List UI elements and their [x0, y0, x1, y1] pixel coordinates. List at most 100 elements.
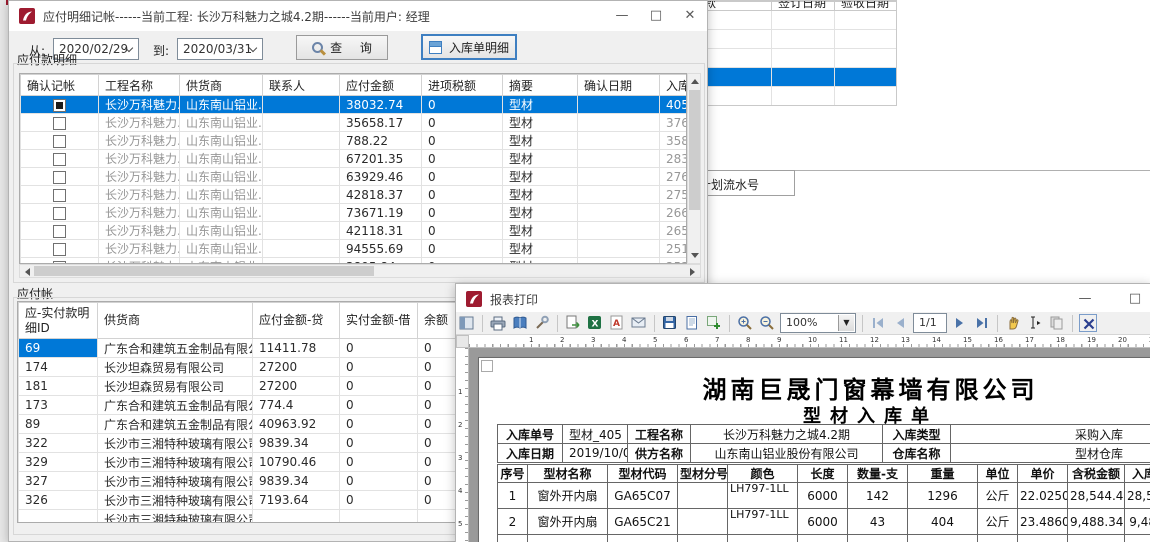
table-cell[interactable]: 89	[19, 415, 98, 434]
table-cell[interactable]	[21, 114, 99, 132]
page-setup-icon[interactable]	[511, 314, 529, 332]
table-cell[interactable]: 长沙市三湘特种玻璃有限公司	[98, 434, 253, 453]
page-layout-icon[interactable]	[683, 314, 701, 332]
table-cell[interactable]	[798, 535, 848, 542]
table-cell[interactable]: 长沙万科魅力...	[99, 114, 180, 132]
table-cell[interactable]	[21, 222, 99, 240]
table-cell[interactable]: 窗外开内扇	[528, 509, 608, 535]
append-page-icon[interactable]	[705, 314, 723, 332]
table-cell[interactable]: 山东南山铝业...	[180, 96, 263, 114]
table-row[interactable]: 长沙万科魅力...山东南山铝业...788.220型材358	[21, 132, 688, 150]
table-cell[interactable]	[578, 186, 660, 204]
table-cell[interactable]	[263, 186, 340, 204]
table-cell[interactable]: 40963.92	[253, 415, 340, 434]
table-cell[interactable]	[528, 535, 608, 542]
table-cell[interactable]: 2	[498, 509, 528, 535]
table-cell[interactable]: 0	[422, 204, 503, 222]
scroll-up-icon[interactable]	[691, 79, 699, 84]
table-cell[interactable]	[21, 168, 99, 186]
table-cell[interactable]: 28,544.40	[1125, 483, 1150, 509]
table-cell[interactable]	[578, 150, 660, 168]
table-cell[interactable]: 公斤	[978, 483, 1018, 509]
table-cell[interactable]	[772, 11, 835, 30]
table-cell[interactable]	[263, 240, 340, 258]
table-cell[interactable]: 181	[19, 377, 98, 396]
table-cell[interactable]: 283	[660, 150, 688, 168]
table-cell[interactable]: 长沙万科魅力...	[99, 132, 180, 150]
scroll-right-icon[interactable]	[690, 268, 695, 276]
table-cell[interactable]: 1296	[908, 483, 978, 509]
table-cell[interactable]: 0	[340, 377, 418, 396]
text-select-icon[interactable]	[1026, 314, 1044, 332]
table-row[interactable]: 长沙万科魅力...山东南山铝业...67201.350型材283	[21, 150, 688, 168]
table-cell[interactable]: 6000	[798, 483, 848, 509]
table-cell[interactable]: 63929.46	[340, 168, 422, 186]
table-row[interactable]: 长沙万科魅力...山东南山铝业...35658.170型材376	[21, 114, 688, 132]
table-cell[interactable]: 173	[19, 396, 98, 415]
table-cell[interactable]: 0	[340, 415, 418, 434]
table-cell[interactable]	[21, 150, 99, 168]
table-cell[interactable]: 广东合和建筑五金制品有限公司	[98, 396, 253, 415]
table-cell[interactable]: 0	[422, 222, 503, 240]
hand-tool-icon[interactable]	[1004, 314, 1022, 332]
table-cell[interactable]	[678, 535, 728, 542]
row-checkbox[interactable]	[53, 171, 66, 184]
table-cell[interactable]	[263, 222, 340, 240]
table-cell[interactable]: 0	[340, 472, 418, 491]
table-cell[interactable]: 276	[660, 168, 688, 186]
table-cell[interactable]	[908, 535, 978, 542]
table-cell[interactable]: 67201.35	[340, 150, 422, 168]
export-excel-icon[interactable]: X	[586, 314, 604, 332]
nav-panel-icon[interactable]	[458, 314, 476, 332]
table-cell[interactable]: 广东合和建筑五金制品有限公司	[98, 339, 253, 358]
table-cell[interactable]	[253, 510, 340, 524]
table-cell[interactable]: 0	[340, 434, 418, 453]
table-cell[interactable]: 322	[19, 434, 98, 453]
row-checkbox[interactable]	[53, 135, 66, 148]
table-cell[interactable]: 7193.64	[253, 491, 340, 510]
table-cell[interactable]: 42818.37	[340, 186, 422, 204]
table-cell[interactable]	[1018, 535, 1068, 542]
table-cell[interactable]	[578, 168, 660, 186]
table-cell[interactable]: 山东南山铝业...	[180, 222, 263, 240]
table-cell[interactable]: 275	[660, 186, 688, 204]
close-icon[interactable]: ✕	[1146, 284, 1150, 314]
close-preview-icon[interactable]	[1079, 314, 1097, 332]
maximize-icon[interactable]: □	[639, 1, 673, 31]
minimize-icon[interactable]: —	[1068, 284, 1102, 314]
table-cell[interactable]: 174	[19, 358, 98, 377]
close-icon[interactable]: ✕	[673, 1, 707, 31]
table-cell[interactable]: LH797-1LL	[728, 483, 798, 509]
table-cell[interactable]	[21, 186, 99, 204]
zoom-out-icon[interactable]	[758, 314, 776, 332]
table-cell[interactable]: 山东南山铝业...	[180, 168, 263, 186]
table-cell[interactable]	[340, 510, 418, 524]
table-cell[interactable]: 42118.31	[340, 222, 422, 240]
table-cell[interactable]: 型材	[503, 204, 578, 222]
table-row[interactable]: 181长沙坦森贸易有限公司2720000	[19, 377, 468, 396]
table-cell[interactable]: 774.4	[253, 396, 340, 415]
table-cell[interactable]: 9839.34	[253, 472, 340, 491]
table-cell[interactable]	[772, 68, 835, 87]
table-cell[interactable]: 长沙万科魅力...	[99, 240, 180, 258]
table-cell[interactable]: 窗外开内扇	[528, 483, 608, 509]
table-cell[interactable]: 0	[422, 168, 503, 186]
query-button[interactable]: 查 询	[296, 35, 388, 60]
table-cell[interactable]: 38032.74	[340, 96, 422, 114]
table-cell[interactable]	[19, 510, 98, 524]
table-cell[interactable]: 142	[848, 483, 908, 509]
table-cell[interactable]: 27200	[253, 377, 340, 396]
table-cell[interactable]: 0	[422, 186, 503, 204]
table-cell[interactable]: 0	[422, 150, 503, 168]
table-cell[interactable]	[21, 96, 99, 114]
scroll-down-icon[interactable]	[691, 253, 699, 258]
table-row[interactable]: 322长沙市三湘特种玻璃有限公司9839.3400	[19, 434, 468, 453]
table-cell[interactable]: 23.4860	[1018, 509, 1068, 535]
table-cell[interactable]: 9,488.34	[1068, 509, 1125, 535]
table-cell[interactable]	[835, 87, 898, 106]
table-cell[interactable]: 326	[19, 491, 98, 510]
inbound-detail-button[interactable]: 入库单明细	[421, 34, 517, 60]
row-checkbox[interactable]	[53, 117, 66, 130]
table-cell[interactable]	[835, 30, 898, 49]
table-cell[interactable]	[978, 535, 1018, 542]
